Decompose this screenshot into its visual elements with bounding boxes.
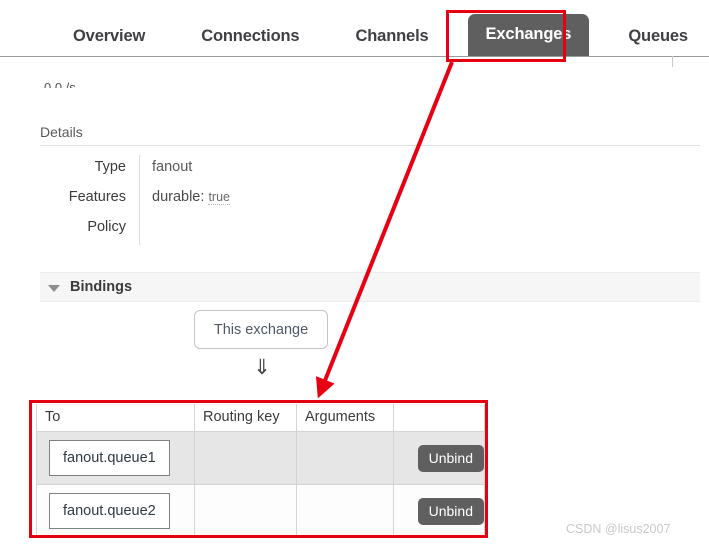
feature-key-durable: durable: <box>152 189 205 205</box>
details-label-policy: Policy <box>40 215 140 245</box>
chevron-down-icon[interactable] <box>48 284 60 292</box>
details-value-type: fanout <box>152 159 193 175</box>
column-header-routing-key[interactable]: Routing key <box>194 404 297 432</box>
chart-y-axis-label: 0.0 /s <box>44 80 76 88</box>
details-label-features: Features <box>40 185 140 215</box>
watermark-text: CSDN @lisus2007 <box>566 522 671 536</box>
details-heading: Details <box>40 124 83 140</box>
bindings-section-header[interactable]: Bindings <box>40 272 700 302</box>
feature-value-durable: true <box>208 190 230 205</box>
details-row-features: Features durable: true <box>40 185 440 215</box>
bindings-heading: Bindings <box>70 279 133 295</box>
details-label-type: Type <box>40 155 140 185</box>
double-down-arrow-icon: ⇓ <box>253 356 271 379</box>
cell-action-1: Unbind <box>393 484 485 538</box>
cell-action-0: Unbind <box>393 431 485 485</box>
bindings-table: To Routing key Arguments fanout.queue1 U… <box>36 404 485 538</box>
column-header-actions <box>393 404 485 432</box>
details-divider <box>40 145 700 146</box>
details-table: Type fanout Features durable: true Polic… <box>40 155 440 245</box>
unbind-button-0[interactable]: Unbind <box>417 444 484 472</box>
queue-link-1[interactable]: fanout.queue2 <box>49 493 170 529</box>
chart-strip: 0.0 /s 13:31:5013:32:0013:32:1013:32:201… <box>0 40 709 88</box>
queue-link-0[interactable]: fanout.queue1 <box>49 440 170 476</box>
details-row-type: Type fanout <box>40 155 440 185</box>
this-exchange-node: This exchange <box>194 310 328 349</box>
cell-to-0: fanout.queue1 <box>36 431 195 485</box>
column-header-to[interactable]: To <box>36 404 195 432</box>
table-row: fanout.queue2 Unbind <box>36 484 485 538</box>
details-value-features: durable: true <box>140 185 230 215</box>
unbind-button-1[interactable]: Unbind <box>417 497 484 525</box>
cell-routing-key-1 <box>194 484 297 538</box>
cell-arguments-0 <box>296 431 394 485</box>
table-row: fanout.queue1 Unbind <box>36 431 485 485</box>
cell-routing-key-0 <box>194 431 297 485</box>
column-header-arguments[interactable]: Arguments <box>296 404 394 432</box>
details-row-policy: Policy <box>40 215 440 245</box>
details-value-policy <box>140 215 152 245</box>
bindings-table-header-row: To Routing key Arguments <box>36 404 485 432</box>
cell-arguments-1 <box>296 484 394 538</box>
app-root: Overview Connections Channels Exchanges … <box>0 0 709 547</box>
cell-to-1: fanout.queue2 <box>36 484 195 538</box>
